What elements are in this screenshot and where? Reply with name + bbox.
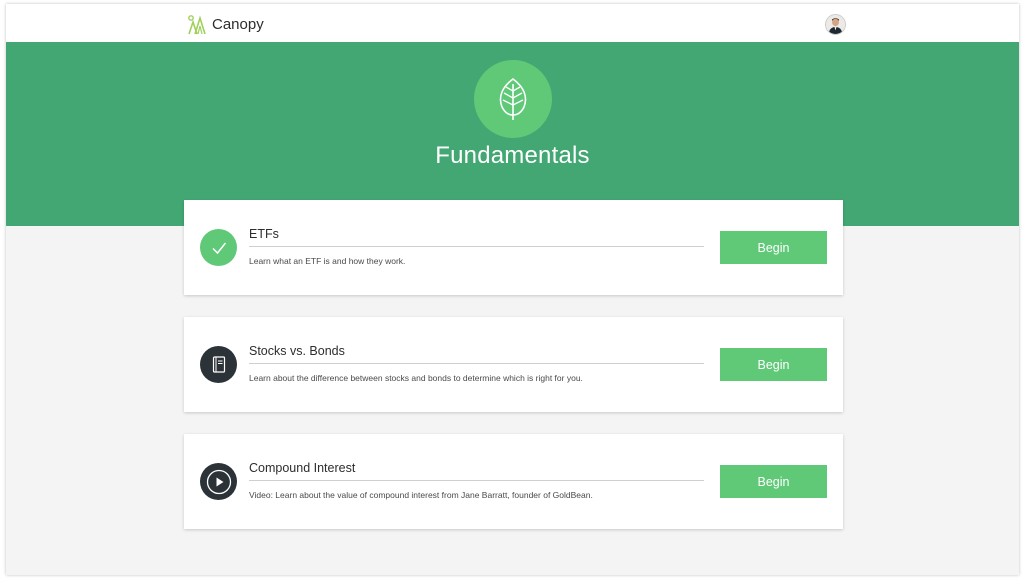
begin-button-compound-interest[interactable]: Begin	[720, 465, 827, 498]
checkmark-icon	[200, 229, 237, 266]
app-window: Canopy Fundamentals ETFs Learn what an E…	[6, 4, 1019, 575]
lesson-description: Learn what an ETF is and how they work.	[249, 256, 406, 266]
page-title: Fundamentals	[435, 142, 590, 169]
begin-button-etfs[interactable]: Begin	[720, 231, 827, 264]
canopy-logo-icon	[188, 15, 206, 35]
user-photo-icon	[826, 15, 845, 34]
lesson-description: Learn about the difference between stock…	[249, 373, 583, 383]
lesson-title: Stocks vs. Bonds	[249, 344, 704, 364]
book-icon	[200, 346, 237, 383]
play-icon	[200, 463, 237, 500]
lesson-card-stocks-vs-bonds: Stocks vs. Bonds Learn about the differe…	[184, 317, 843, 412]
lesson-title: Compound Interest	[249, 461, 704, 481]
top-navbar: Canopy	[6, 4, 1019, 42]
lesson-card-etfs: ETFs Learn what an ETF is and how they w…	[184, 200, 843, 295]
leaf-icon	[474, 60, 552, 138]
lesson-title: ETFs	[249, 227, 704, 247]
lesson-description: Video: Learn about the value of compound…	[249, 490, 593, 500]
hero-banner: Fundamentals	[6, 42, 1019, 226]
begin-button-stocks-vs-bonds[interactable]: Begin	[720, 348, 827, 381]
app-name: Canopy	[212, 15, 264, 33]
app-logo[interactable]: Canopy	[186, 13, 264, 35]
lesson-card-compound-interest: Compound Interest Video: Learn about the…	[184, 434, 843, 529]
user-avatar[interactable]	[825, 14, 846, 35]
